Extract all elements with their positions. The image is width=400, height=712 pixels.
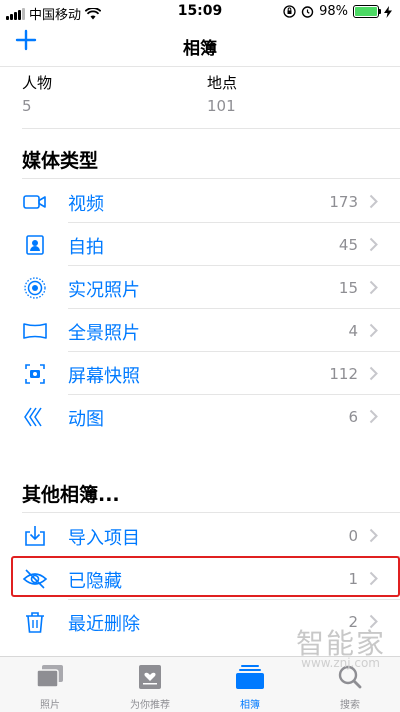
charging-icon [384,5,392,18]
rotation-lock-icon [283,5,296,18]
chevron-right-icon [369,280,378,295]
album-row-imports[interactable]: 导入项目 0 [0,514,400,557]
people-count: 5 [22,97,32,115]
navigation-bar: 相簿 [0,24,400,67]
albums-tab-icon [236,665,264,689]
photos-tab-icon [36,665,63,688]
media-types-heading: 媒体类型 [22,150,99,172]
chevron-right-icon [369,409,378,424]
selfie-icon [26,235,44,255]
people-label: 人物 [22,74,53,92]
media-label: 实况照片 [68,280,140,301]
album-label: 导入项目 [68,528,140,549]
people-album[interactable]: 人物 5 [22,72,52,115]
media-count: 6 [348,408,358,426]
video-icon [23,195,46,209]
media-row-animated[interactable]: 动图 6 [0,395,400,438]
tab-photos[interactable]: 照片 [0,657,100,712]
media-row-live-photos[interactable]: 实况照片 15 [0,266,400,309]
chevron-right-icon [369,366,378,381]
battery-icon [353,5,381,18]
places-album[interactable]: 地点 101 [207,72,237,115]
section-divider [22,128,400,129]
media-label: 视频 [68,194,104,215]
tab-label: 为你推荐 [130,700,170,711]
places-count: 101 [207,97,236,115]
media-label: 动图 [68,409,104,430]
media-count: 45 [338,236,358,254]
media-count: 4 [348,322,358,340]
album-count: 0 [348,527,358,545]
media-row-panorama[interactable]: 全景照片 4 [0,309,400,352]
album-label: 最近删除 [68,614,140,635]
for-you-tab-icon [139,665,161,689]
animated-icon [24,407,42,427]
battery-percent: 98% [319,4,348,19]
live-photo-icon [24,277,46,299]
page-title: 相簿 [183,39,217,59]
chevron-right-icon [369,194,378,209]
media-count: 173 [329,193,358,211]
media-row-video[interactable]: 视频 173 [0,180,400,223]
status-bar: 中国移动 15:09 98% [0,0,400,24]
other-albums-heading: 其他相簿... [22,484,120,506]
watermark-url: www.znj.com [301,656,380,670]
import-icon [25,526,45,546]
media-row-selfie[interactable]: 自拍 45 [0,223,400,266]
screenshot-icon [25,364,45,384]
tab-for-you[interactable]: 为你推荐 [100,657,200,712]
media-row-screenshots[interactable]: 屏幕快照 112 [0,352,400,395]
tab-label: 照片 [40,700,60,711]
media-count: 15 [338,279,358,297]
chevron-right-icon [369,237,378,252]
chevron-right-icon [369,323,378,338]
chevron-right-icon [369,528,378,543]
highlight-box [11,556,400,597]
section-divider [22,512,400,513]
media-label: 全景照片 [68,323,140,344]
places-label: 地点 [207,74,238,92]
section-divider [22,178,400,179]
tab-label: 搜索 [340,700,360,711]
alarm-icon [301,6,314,18]
trash-icon [26,612,44,633]
panorama-icon [23,323,47,339]
tab-albums[interactable]: 相簿 [200,657,300,712]
media-label: 屏幕快照 [68,366,140,387]
tab-label: 相簿 [240,700,260,711]
media-count: 112 [329,365,358,383]
people-places-row: 人物 5 地点 101 [0,72,400,116]
media-label: 自拍 [68,237,104,258]
